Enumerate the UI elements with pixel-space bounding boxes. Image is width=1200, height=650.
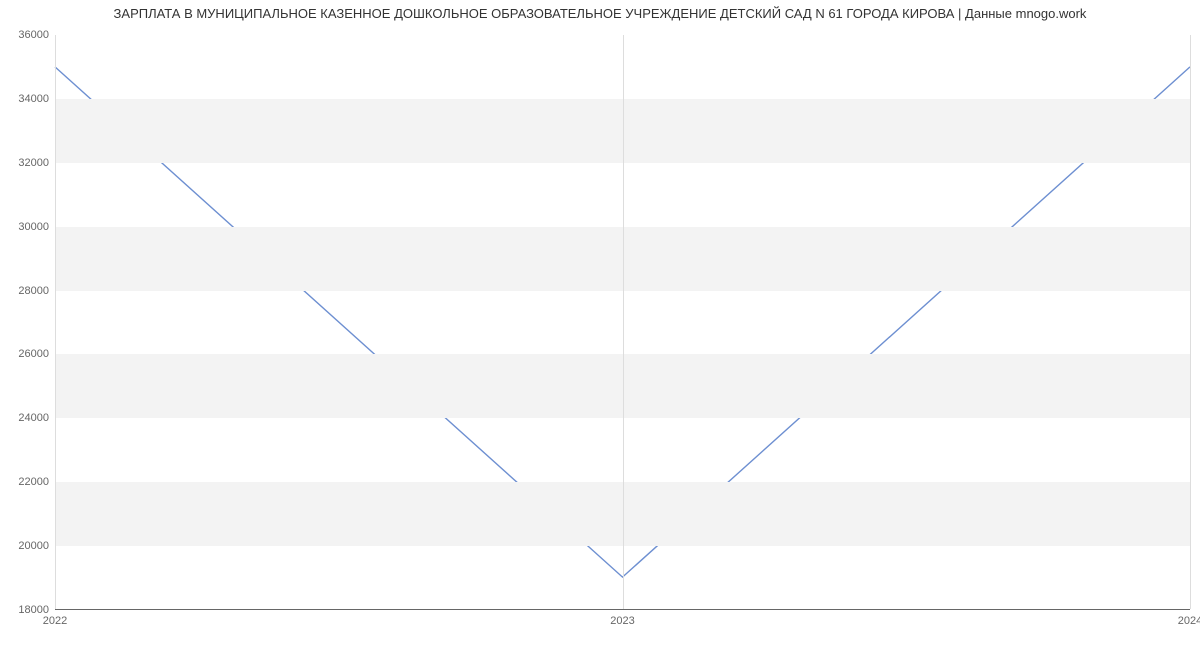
- y-tick-label: 20000: [18, 540, 55, 552]
- y-tick-label: 30000: [18, 221, 55, 233]
- x-gridline: [55, 35, 56, 609]
- x-gridline: [623, 35, 624, 609]
- y-tick-label: 22000: [18, 476, 55, 488]
- chart-title: ЗАРПЛАТА В МУНИЦИПАЛЬНОЕ КАЗЕННОЕ ДОШКОЛ…: [0, 6, 1200, 21]
- y-tick-label: 26000: [18, 348, 55, 360]
- x-tick-label: 2024: [1178, 609, 1200, 627]
- y-tick-label: 24000: [18, 412, 55, 424]
- y-tick-label: 28000: [18, 285, 55, 297]
- x-tick-label: 2023: [610, 609, 634, 627]
- y-tick-label: 36000: [18, 29, 55, 41]
- x-tick-label: 2022: [43, 609, 67, 627]
- y-tick-label: 32000: [18, 157, 55, 169]
- y-tick-label: 34000: [18, 93, 55, 105]
- plot-area: 1800020000220002400026000280003000032000…: [55, 35, 1190, 610]
- x-gridline: [1190, 35, 1191, 609]
- chart-container: ЗАРПЛАТА В МУНИЦИПАЛЬНОЕ КАЗЕННОЕ ДОШКОЛ…: [0, 0, 1200, 650]
